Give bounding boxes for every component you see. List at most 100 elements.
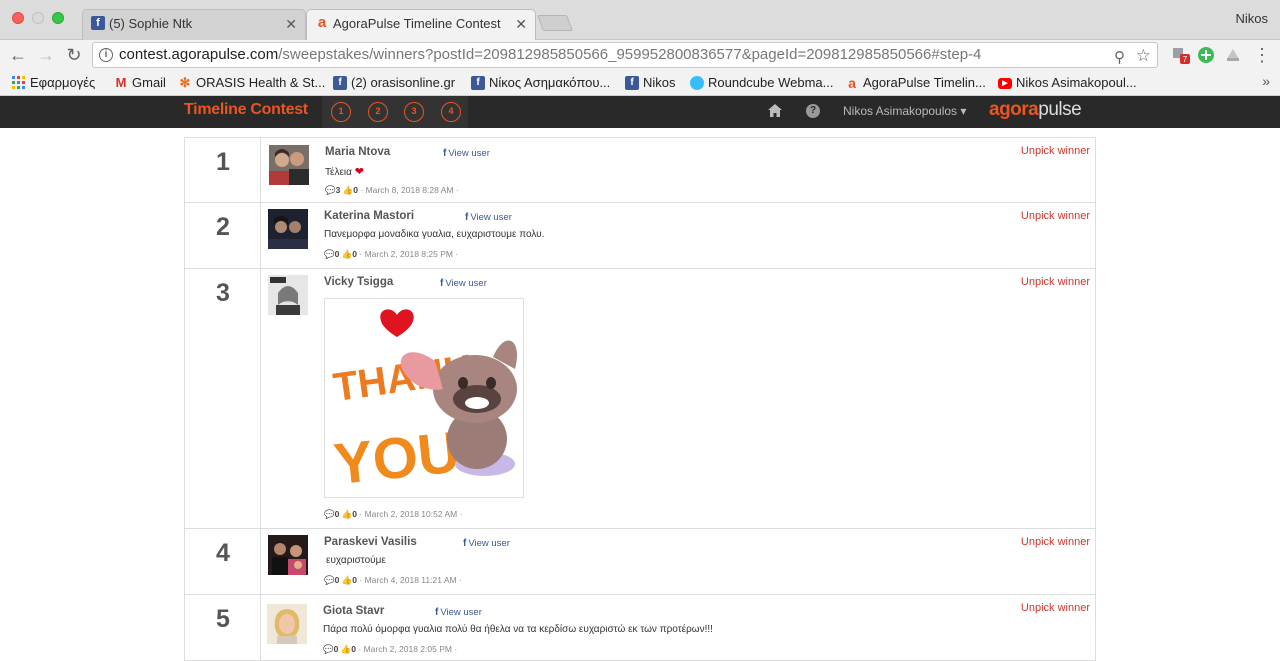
winner-name[interactable]: Paraskevi Vasilis bbox=[324, 536, 417, 548]
browser-tab-agorapulse[interactable]: a AgoraPulse Timeline Contest - ✕ bbox=[306, 9, 536, 40]
facebook-icon: f bbox=[463, 538, 467, 549]
comment-date: March 4, 2018 11:21 AM bbox=[364, 575, 457, 585]
winner-name[interactable]: Vicky Tsigga bbox=[324, 276, 393, 288]
step-2-button[interactable]: 2 bbox=[368, 102, 388, 122]
avatar[interactable] bbox=[267, 604, 307, 644]
facebook-icon: f bbox=[333, 76, 347, 90]
help-icon[interactable]: ? bbox=[806, 104, 820, 118]
maximize-window-button[interactable] bbox=[52, 12, 64, 24]
avatar[interactable] bbox=[268, 275, 308, 315]
thank-you-sticker-image[interactable]: THANK YOU! bbox=[324, 298, 524, 498]
avatar[interactable] bbox=[268, 209, 308, 249]
view-user-link[interactable]: f View user bbox=[465, 212, 512, 223]
thumbs-up-icon: 👍 bbox=[341, 249, 353, 259]
drive-icon[interactable] bbox=[1224, 46, 1242, 64]
bookmark-apps[interactable]: Εφαρμογές bbox=[12, 74, 95, 92]
close-window-button[interactable] bbox=[12, 12, 24, 24]
user-menu-dropdown[interactable]: Nikos Asimakopoulos ▾ bbox=[843, 104, 966, 118]
comment-date: March 2, 2018 8:25 PM bbox=[364, 249, 453, 259]
add-extension-icon[interactable] bbox=[1197, 46, 1215, 64]
bookmark-nikos-greek[interactable]: f Νίκος Ασημακόπου... bbox=[471, 74, 610, 92]
unpick-winner-button[interactable]: Unpick winner bbox=[1021, 276, 1090, 288]
menu-dots-icon[interactable]: ⋮ bbox=[1252, 45, 1272, 65]
view-user-label: View user bbox=[440, 607, 482, 618]
step-4-button[interactable]: 4 bbox=[441, 102, 461, 122]
info-icon[interactable]: i bbox=[99, 48, 113, 62]
step-1-button[interactable]: 1 bbox=[331, 102, 351, 122]
agorapulse-logo[interactable]: agorapulse bbox=[989, 99, 1082, 121]
bookmark-youtube[interactable]: ▶ Nikos Asimakopoul... bbox=[998, 74, 1137, 92]
facebook-icon: f bbox=[443, 148, 447, 159]
facebook-icon: f bbox=[465, 212, 469, 223]
step-3-button[interactable]: 3 bbox=[404, 102, 424, 122]
winner-row: 4 Paraskevi Vasilis f View user ευχαριστο… bbox=[184, 529, 1096, 595]
youtube-icon: ▶ bbox=[998, 78, 1012, 89]
thumbs-up-icon: 👍 bbox=[342, 185, 354, 195]
rank-number: 2 bbox=[216, 213, 230, 241]
facebook-icon: f bbox=[625, 76, 639, 90]
avatar[interactable] bbox=[268, 535, 308, 575]
search-icon[interactable]: ⚲ bbox=[1114, 46, 1125, 67]
close-icon[interactable]: ✕ bbox=[515, 10, 527, 38]
view-user-link[interactable]: f View user bbox=[463, 538, 510, 549]
view-user-link[interactable]: f View user bbox=[435, 607, 482, 618]
winner-row: 5 Giota Stavr f View user Πάρα πολύ όμορφ… bbox=[184, 595, 1096, 661]
chevron-double-right-icon[interactable]: » bbox=[1262, 73, 1270, 89]
likes-count: 0 bbox=[353, 185, 359, 195]
app-brand[interactable]: Timeline Contest bbox=[184, 101, 308, 119]
comments-count: 0 bbox=[333, 644, 339, 654]
comment-body: Τέλεια bbox=[325, 167, 352, 178]
bookmark-orasis[interactable]: ✻ ORASIS Health & St... bbox=[178, 74, 326, 92]
bookmark-label: Nikos bbox=[643, 75, 676, 90]
apps-grid-icon bbox=[12, 76, 26, 90]
thumbs-up-icon: 👍 bbox=[341, 509, 353, 519]
minimize-window-button[interactable] bbox=[32, 12, 44, 24]
view-user-link[interactable]: f View user bbox=[440, 278, 487, 289]
comments-count: 0 bbox=[334, 575, 340, 585]
comment-meta: 💬0 👍0 · March 2, 2018 2:05 PM · bbox=[323, 644, 458, 654]
bookmark-gmail[interactable]: M Gmail bbox=[114, 74, 166, 92]
winner-name[interactable]: Maria Ntova bbox=[325, 146, 390, 158]
agorapulse-icon: a bbox=[315, 15, 329, 30]
comment-text: ευχαριστούμε bbox=[326, 555, 386, 566]
bookmark-label: Nikos Asimakopoul... bbox=[1016, 75, 1137, 90]
unpick-winner-button[interactable]: Unpick winner bbox=[1021, 145, 1090, 157]
forward-arrow-icon[interactable]: → bbox=[36, 45, 56, 65]
unpick-winner-button[interactable]: Unpick winner bbox=[1021, 210, 1090, 222]
bookmark-label: Νίκος Ασημακόπου... bbox=[489, 75, 611, 90]
unpick-winner-button[interactable]: Unpick winner bbox=[1021, 602, 1090, 614]
reload-icon[interactable]: ↻ bbox=[64, 45, 84, 65]
view-user-label: View user bbox=[468, 538, 510, 549]
comments-count: 3 bbox=[335, 185, 341, 195]
bookmark-label: AgoraPulse Timelin... bbox=[863, 75, 986, 90]
winner-name[interactable]: Katerina Mastori bbox=[324, 210, 414, 222]
comment-date: March 2, 2018 10:52 AM bbox=[364, 509, 458, 519]
thumbs-up-icon: 👍 bbox=[341, 575, 353, 585]
likes-count: 0 bbox=[352, 249, 358, 259]
winner-name[interactable]: Giota Stavr bbox=[323, 605, 384, 617]
close-icon[interactable]: ✕ bbox=[285, 10, 297, 38]
unpick-winner-button[interactable]: Unpick winner bbox=[1021, 536, 1090, 548]
profile-name[interactable]: Nikos bbox=[1235, 11, 1268, 26]
comment-text: Πανεμορφα μοναδικα γυαλια, ευχαριστουμε … bbox=[324, 229, 545, 240]
address-bar[interactable]: i contest.agorapulse.com/sweepstakes/win… bbox=[92, 42, 1158, 68]
joomla-icon: ✻ bbox=[179, 75, 191, 90]
bookmark-roundcube[interactable]: Roundcube Webma... bbox=[690, 74, 834, 92]
view-user-link[interactable]: f View user bbox=[443, 148, 490, 159]
comment-text: Τέλεια ❤ bbox=[325, 165, 364, 178]
star-icon[interactable]: ☆ bbox=[1136, 44, 1151, 67]
avatar[interactable] bbox=[269, 145, 309, 185]
comments-count: 0 bbox=[334, 249, 340, 259]
bookmark-orasisonline[interactable]: f (2) orasisonline.gr bbox=[333, 74, 455, 92]
home-icon[interactable] bbox=[768, 104, 782, 118]
comments-icon: 💬 bbox=[325, 185, 336, 195]
bookmark-nikos[interactable]: f Nikos bbox=[625, 74, 676, 92]
extension-icon[interactable]: 7 bbox=[1172, 46, 1190, 64]
comment-meta: 💬0 👍0 · March 2, 2018 8:25 PM · bbox=[324, 249, 459, 259]
new-tab-button[interactable] bbox=[537, 15, 573, 31]
back-arrow-icon[interactable]: ← bbox=[8, 45, 28, 65]
bookmark-agorapulse[interactable]: a AgoraPulse Timelin... bbox=[845, 74, 986, 92]
roundcube-icon bbox=[690, 76, 704, 90]
browser-tab-facebook[interactable]: f (5) Sophie Ntk ✕ bbox=[82, 9, 306, 40]
app-header: Timeline Contest 1 2 3 4 ? Nikos Asimako… bbox=[0, 96, 1280, 128]
